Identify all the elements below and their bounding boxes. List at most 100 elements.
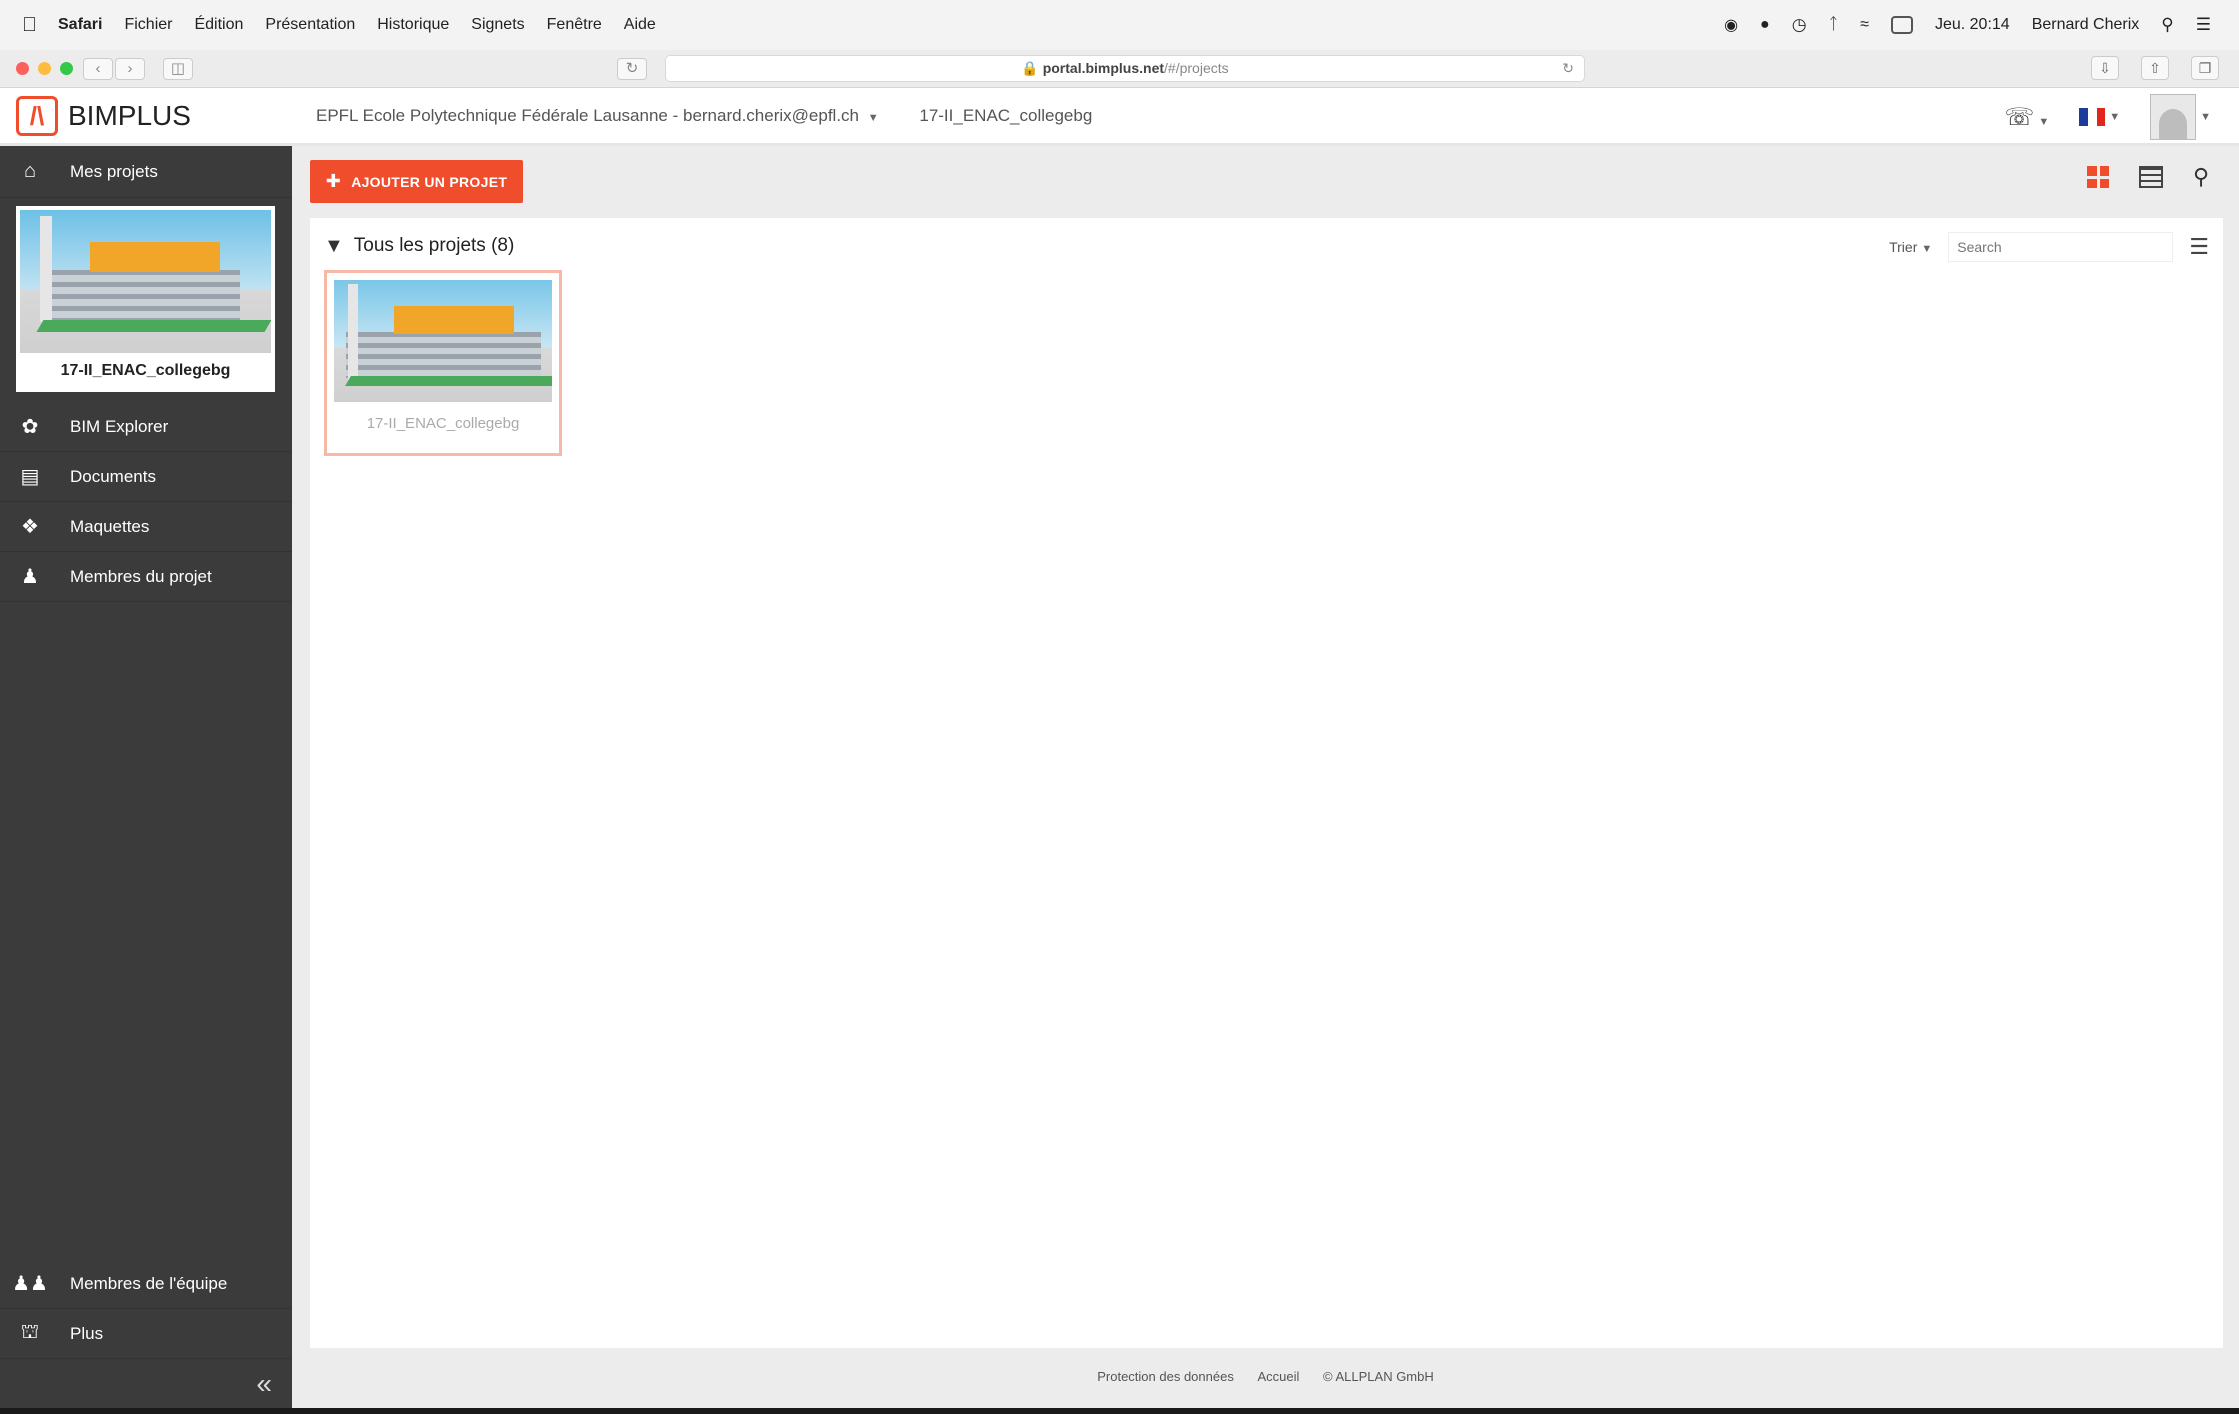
forward-button[interactable]: ›: [115, 57, 145, 80]
table-view-icon[interactable]: [2139, 166, 2163, 188]
menu-edition[interactable]: Édition: [194, 16, 243, 34]
list-controls: Trier▼ ☰: [1889, 232, 2209, 262]
bluetooth-icon[interactable]: ᛏ: [1829, 16, 1839, 34]
sidebar-item-membres-equipe[interactable]: ♟♟ Membres de l'équipe: [0, 1259, 292, 1309]
sidebar-item-bim-explorer[interactable]: ✿ BIM Explorer: [0, 402, 292, 452]
sort-dropdown[interactable]: Trier ▼: [1889, 239, 1932, 255]
project-image: [20, 210, 271, 353]
menubar-user[interactable]: Bernard Cherix: [2032, 16, 2140, 34]
language-selector[interactable]: ▼: [2079, 108, 2120, 126]
menubar-status: ◉ ● ◷ ᛏ ≈ Jeu. 20:14 Bernard Cherix ⚲ ☰: [1724, 15, 2239, 35]
time-machine-icon[interactable]: ◷: [1792, 15, 1807, 35]
screen:  Safari Fichier Édition Présentation Hi…: [0, 0, 2239, 1414]
wifi-icon[interactable]: ≈: [1860, 16, 1869, 34]
window-controls: [16, 62, 73, 75]
close-window-button[interactable]: [16, 62, 29, 75]
org-chevron-down-icon[interactable]: ▼: [868, 112, 879, 124]
menu-aide[interactable]: Aide: [624, 16, 656, 34]
users-icon: ♟♟: [12, 1273, 48, 1295]
footer: Protection des données Accueil © ALLPLAN…: [292, 1369, 2239, 1384]
add-project-button[interactable]: ✚ AJOUTER UN PROJET: [310, 160, 523, 203]
avatar: [2150, 94, 2197, 140]
lock-icon: 🔒: [1021, 60, 1039, 76]
sidebar: ⌂ Mes projets 17-II_ENAC_collegebg ✿ BIM…: [0, 146, 292, 1414]
sidebar-item-mes-projets[interactable]: ⌂ Mes projets: [0, 146, 292, 198]
minimize-window-button[interactable]: [38, 62, 51, 75]
status-app-icon[interactable]: ◉: [1724, 15, 1738, 35]
support-icon[interactable]: ☏ ▼: [2004, 103, 2049, 132]
battery-icon[interactable]: [1890, 16, 1913, 34]
sidebar-item-documents[interactable]: ▤ Documents: [0, 452, 292, 502]
language-chevron-down-icon: ▼: [2109, 111, 2121, 123]
downloads-icon[interactable]: ⇩: [2091, 56, 2119, 80]
user-menu[interactable]: ▼: [2150, 94, 2211, 140]
sidebar-item-label: Plus: [70, 1323, 104, 1343]
menu-signets[interactable]: Signets: [471, 16, 524, 34]
list-options-icon[interactable]: ☰: [2189, 234, 2209, 260]
share-icon[interactable]: ⇧: [2141, 56, 2169, 80]
breadcrumb: EPFL Ecole Polytechnique Fédérale Lausan…: [316, 106, 1092, 126]
sidebar-item-label: Maquettes: [70, 516, 150, 536]
sidebar-item-label: BIM Explorer: [70, 416, 169, 436]
reload-icon[interactable]: ↻: [1562, 56, 1574, 81]
sidebar-item-label: Membres du projet: [70, 566, 212, 586]
map-view-icon[interactable]: ⚲: [2193, 166, 2217, 190]
sort-label: Trier: [1889, 239, 1918, 255]
back-button[interactable]: ‹: [83, 57, 113, 80]
menu-historique[interactable]: Historique: [377, 16, 449, 34]
footer-home-link[interactable]: Accueil: [1257, 1369, 1299, 1384]
menu-fichier[interactable]: Fichier: [124, 16, 172, 34]
current-project-label: 17-II_ENAC_collegebg: [60, 362, 231, 379]
menu-app[interactable]: Safari: [58, 16, 102, 34]
apple-icon[interactable]: : [22, 14, 50, 37]
user-chevron-down-icon: ▼: [2200, 111, 2211, 123]
browser-toolbar: ‹ › ◫ ↻ 🔒 portal.bimplus.net/#/projects …: [0, 50, 2239, 88]
filter-icon[interactable]: ▼: [324, 235, 344, 258]
view-switcher: ⚲: [2087, 166, 2217, 190]
globe-icon: ✿: [21, 416, 39, 438]
zoom-window-button[interactable]: [60, 62, 73, 75]
sidebar-bottom: ♟♟ Membres de l'équipe ⛫ Plus «: [0, 1259, 292, 1414]
sidebar-item-label: Membres de l'équipe: [70, 1273, 228, 1293]
menu-presentation[interactable]: Présentation: [265, 16, 355, 34]
sidebar-item-plus[interactable]: ⛫ Plus: [0, 1309, 292, 1359]
menu-fenetre[interactable]: Fenêtre: [547, 16, 602, 34]
browser-actions: ⇩ ⇧ ❐: [2091, 56, 2219, 80]
sidebar-item-label: Documents: [70, 466, 156, 486]
clock[interactable]: Jeu. 20:14: [1935, 16, 2010, 34]
project-card[interactable]: 17-II_ENAC_collegebg: [324, 270, 562, 456]
project-card-label: 17-II_ENAC_collegebg: [366, 415, 520, 432]
address-bar[interactable]: 🔒 portal.bimplus.net/#/projects ↻: [665, 55, 1585, 82]
collapse-sidebar-icon[interactable]: «: [0, 1359, 292, 1414]
spotlight-icon[interactable]: ⚲: [2161, 15, 2173, 35]
status-app-icon-2[interactable]: ●: [1760, 16, 1770, 34]
notification-center-icon[interactable]: ☰: [2196, 15, 2211, 35]
org-selector[interactable]: EPFL Ecole Polytechnique Fédérale Lausan…: [316, 106, 859, 125]
projects-panel: ▼ Tous les projets (8) Trier▼ ☰ 17-II_EN…: [310, 218, 2223, 1348]
bimplus-logo[interactable]: /\ BIMPLUS: [16, 95, 316, 136]
main-content: ✚ AJOUTER UN PROJET ⚲ ▼ Tous les projets…: [292, 146, 2239, 1414]
url-host: portal.bimplus.net: [1042, 60, 1165, 76]
sidebar-item-maquettes[interactable]: ❖ Maquettes: [0, 502, 292, 552]
cube-icon: ❖: [21, 516, 39, 538]
sidebar-item-membres-du-projet[interactable]: ♟ Membres du projet: [0, 552, 292, 602]
user-icon: ♟: [21, 566, 39, 588]
sidebar-toggle-icon[interactable]: ◫: [163, 57, 193, 80]
add-project-label: AJOUTER UN PROJET: [351, 173, 508, 190]
search-input[interactable]: [1948, 232, 2174, 262]
sort-chevron-down-icon: ▼: [1921, 243, 1933, 255]
current-project-thumbnail[interactable]: 17-II_ENAC_collegebg: [16, 206, 275, 392]
bottom-edge: [0, 1408, 2239, 1414]
logo-mark-icon: /\: [16, 95, 58, 136]
app-header: /\ BIMPLUS EPFL Ecole Polytechnique Fédé…: [0, 88, 2239, 146]
document-icon: ▤: [20, 466, 40, 488]
url-path: /#/projects: [1164, 60, 1229, 76]
projects-list-title[interactable]: Tous les projets (8): [354, 235, 515, 257]
home-icon: ⌂: [23, 160, 37, 182]
reader-icon[interactable]: ↻: [617, 57, 647, 80]
tabs-icon[interactable]: ❐: [2191, 56, 2219, 80]
add-project-icon: ✚: [325, 171, 342, 191]
breadcrumb-project[interactable]: 17-II_ENAC_collegebg: [919, 106, 1092, 125]
footer-privacy-link[interactable]: Protection des données: [1097, 1369, 1234, 1384]
grid-view-icon[interactable]: [2087, 166, 2109, 188]
